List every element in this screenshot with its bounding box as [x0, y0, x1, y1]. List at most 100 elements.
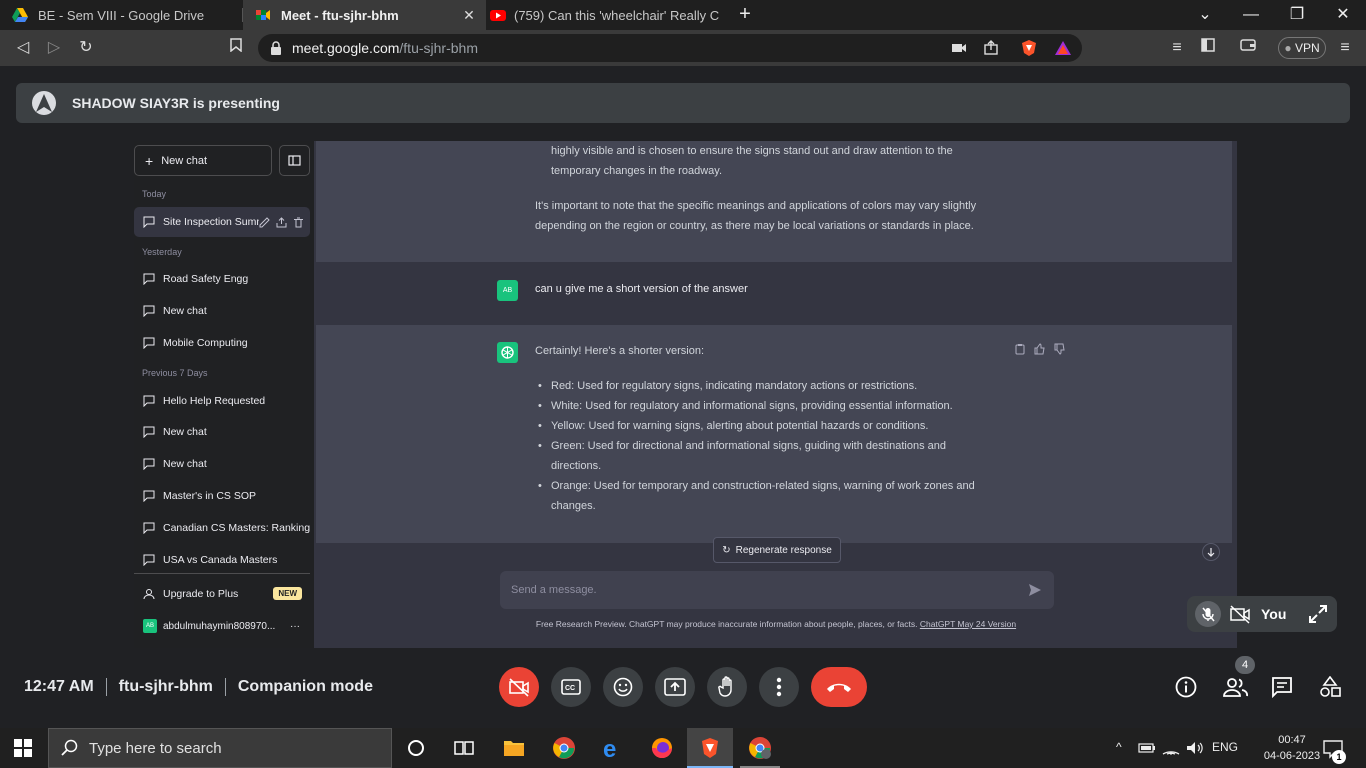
more-vertical-icon [776, 677, 782, 697]
volume-icon[interactable] [1186, 740, 1204, 756]
address-bar[interactable]: meet.google.com/ftu-sjhr-bhm [258, 34, 1082, 62]
camera-permission-icon[interactable] [950, 39, 968, 57]
chat-item-usa-vs-canada[interactable]: USA vs Canada Masters [134, 545, 310, 575]
firefox-icon[interactable] [650, 736, 674, 760]
chat-item-new-chat[interactable]: New chat [134, 449, 310, 479]
account-menu[interactable]: AB abdulmuhaymin808970... ··· [134, 613, 310, 639]
brave-rewards-icon[interactable] [1054, 39, 1072, 57]
tab-youtube[interactable]: (759) Can this 'wheelchair' Really Climb [486, 0, 726, 30]
activities-button[interactable] [1317, 674, 1343, 700]
wifi-icon[interactable] [1162, 740, 1180, 756]
battery-icon[interactable] [1138, 740, 1156, 756]
meeting-details-button[interactable] [1173, 674, 1199, 700]
present-screen-button[interactable] [655, 667, 695, 707]
more-icon[interactable]: ··· [290, 621, 300, 632]
sidebar-icon[interactable] [1197, 37, 1219, 59]
tab-google-drive[interactable]: BE - Sem VIII - Google Drive [0, 0, 242, 30]
tab-meet[interactable]: Meet - ftu-sjhr-bhm ✕ [243, 0, 486, 30]
bullet-text: Orange: Used for temporary and construct… [551, 480, 975, 492]
wallet-icon[interactable] [1237, 37, 1259, 59]
window-close-icon[interactable]: ✕ [1332, 4, 1354, 26]
back-icon[interactable]: ◁ [12, 37, 34, 59]
task-view-icon[interactable] [452, 736, 476, 760]
system-clock[interactable]: 00:47 04-06-2023 [1262, 732, 1322, 764]
share-icon[interactable] [276, 216, 287, 228]
delete-icon[interactable] [293, 217, 304, 228]
browser-tab-strip: BE - Sem VIII - Google Drive Meet - ftu-… [0, 0, 1366, 30]
chat-item-hello-help[interactable]: Hello Help Requested [134, 386, 310, 416]
separator [224, 678, 226, 696]
menu-icon[interactable]: ≡ [1334, 37, 1356, 59]
user-icon [143, 589, 155, 600]
bullet-item: • Orange: Used for temporary and construc… [538, 480, 975, 492]
emoji-icon [613, 677, 633, 697]
bookmark-icon[interactable] [225, 37, 247, 59]
sidebar-toggle-button[interactable] [279, 145, 310, 176]
cortana-icon[interactable] [404, 736, 428, 760]
forward-icon[interactable]: ▷ [43, 37, 65, 59]
chat-item-new-chat[interactable]: New chat [134, 417, 310, 447]
new-tab-button[interactable]: + [734, 4, 756, 26]
brave-icon[interactable] [698, 736, 722, 760]
chat-item-mobile-computing[interactable]: Mobile Computing [134, 328, 310, 358]
scroll-to-bottom-button[interactable] [1202, 543, 1220, 561]
input-language[interactable]: ENG [1212, 740, 1238, 754]
taskbar-search-box[interactable]: Type here to search [48, 728, 392, 768]
restore-icon[interactable]: ❐ [1286, 4, 1308, 26]
thumbs-up-icon[interactable] [1034, 343, 1046, 355]
mic-off-icon[interactable] [1195, 601, 1221, 627]
sidebar-toggle-icon [288, 155, 301, 166]
new-chat-button[interactable]: + New chat [134, 145, 272, 176]
chat-item-new-chat[interactable]: New chat [134, 296, 310, 326]
windows-start-icon[interactable] [14, 739, 32, 757]
chat-item-masters-sop[interactable]: Master's in CS SOP [134, 481, 310, 511]
expand-icon[interactable] [1308, 604, 1328, 624]
file-explorer-icon[interactable] [502, 736, 526, 760]
thumbs-down-icon[interactable] [1054, 343, 1066, 355]
close-tab-icon[interactable]: ✕ [460, 6, 478, 24]
chat-item-road-safety[interactable]: Road Safety Engg [134, 264, 310, 294]
more-options-button[interactable] [759, 667, 799, 707]
raise-hand-button[interactable] [707, 667, 747, 707]
chat-item-site-inspection[interactable]: Site Inspection Summary [134, 207, 310, 237]
captions-icon: CC [561, 679, 581, 695]
browser-toolbar: ◁ ▷ ↻ meet.google.com/ftu-sjhr-bhm ≡ ● V… [0, 30, 1366, 66]
upgrade-to-plus-button[interactable]: Upgrade to Plus NEW [134, 581, 310, 607]
edge-icon[interactable]: e [601, 736, 625, 760]
version-link[interactable]: ChatGPT May 24 Version [920, 619, 1016, 629]
playlist-icon[interactable]: ≡ [1166, 37, 1188, 59]
hang-up-icon [827, 683, 851, 692]
brave-shields-icon[interactable] [1020, 39, 1038, 57]
presenter-avatar [32, 91, 56, 115]
camera-off-button[interactable] [499, 667, 539, 707]
tab-search-chevron-icon[interactable]: ⌄ [1194, 4, 1216, 26]
share-icon[interactable] [982, 39, 1000, 57]
captions-button[interactable]: CC [551, 667, 591, 707]
send-icon[interactable] [1028, 583, 1042, 597]
chrome-icon[interactable] [552, 736, 576, 760]
reactions-button[interactable] [603, 667, 643, 707]
camera-off-icon[interactable] [1229, 604, 1251, 624]
chrome-profile-icon[interactable] [748, 736, 772, 760]
arrow-down-icon [1207, 548, 1215, 557]
people-button[interactable] [1221, 674, 1251, 700]
tab-title: Meet - ftu-sjhr-bhm [281, 7, 399, 23]
leave-call-button[interactable] [811, 667, 867, 707]
message-input[interactable]: Send a message. [500, 571, 1054, 609]
regenerate-response-button[interactable]: ↻ Regenerate response [713, 537, 841, 563]
chat-button[interactable] [1269, 674, 1295, 700]
url-host: meet.google.com [292, 40, 400, 56]
show-hidden-icons[interactable]: ^ [1116, 740, 1122, 754]
reload-icon[interactable]: ↻ [75, 37, 97, 59]
minimize-icon[interactable]: — [1240, 4, 1262, 26]
chat-item-canadian-cs-masters[interactable]: Canadian CS Masters: Ranking [134, 513, 310, 543]
clock-date: 04-06-2023 [1263, 750, 1321, 762]
meeting-code: ftu-sjhr-bhm [118, 678, 213, 696]
vpn-label: VPN [1294, 41, 1320, 55]
chat-item-label: New chat [163, 426, 207, 438]
clock-time: 00:47 [1278, 734, 1306, 746]
edit-icon[interactable] [259, 216, 270, 228]
chat-bubble-icon [143, 337, 155, 349]
vpn-button[interactable]: ● VPN [1278, 37, 1326, 59]
copy-icon[interactable] [1014, 343, 1026, 355]
